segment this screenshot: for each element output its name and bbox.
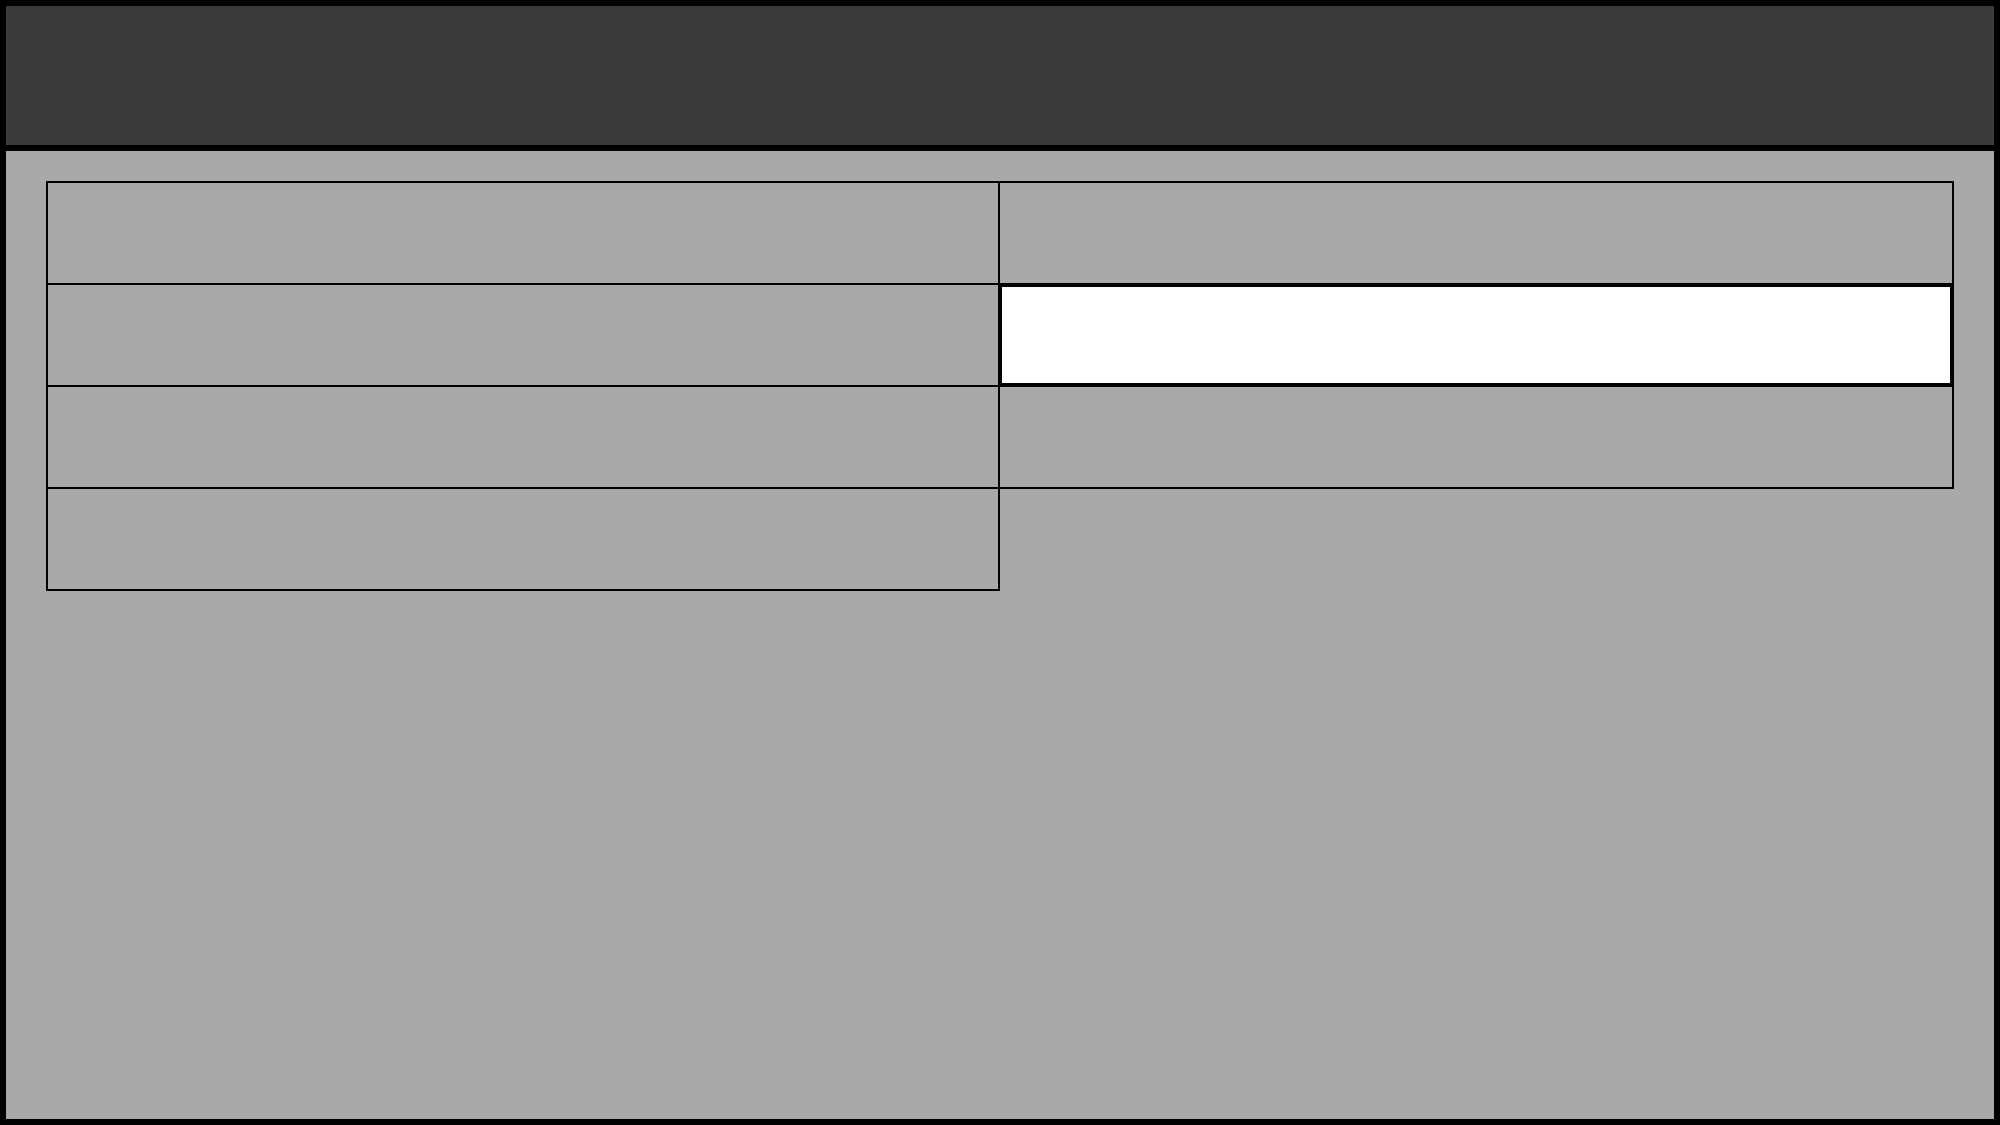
grid-cell[interactable] — [998, 385, 1954, 489]
content-area — [6, 151, 1994, 1119]
right-column — [1000, 181, 1954, 489]
titlebar — [6, 6, 1994, 151]
grid-cell[interactable] — [46, 283, 1000, 387]
grid-cell[interactable] — [46, 487, 1000, 591]
left-column — [46, 181, 1000, 591]
grid-cell[interactable] — [46, 181, 1000, 285]
grid-cell[interactable] — [46, 385, 1000, 489]
grid-cell[interactable] — [998, 181, 1954, 285]
window — [0, 0, 2000, 1125]
grid-cell-selected[interactable] — [998, 283, 1954, 387]
